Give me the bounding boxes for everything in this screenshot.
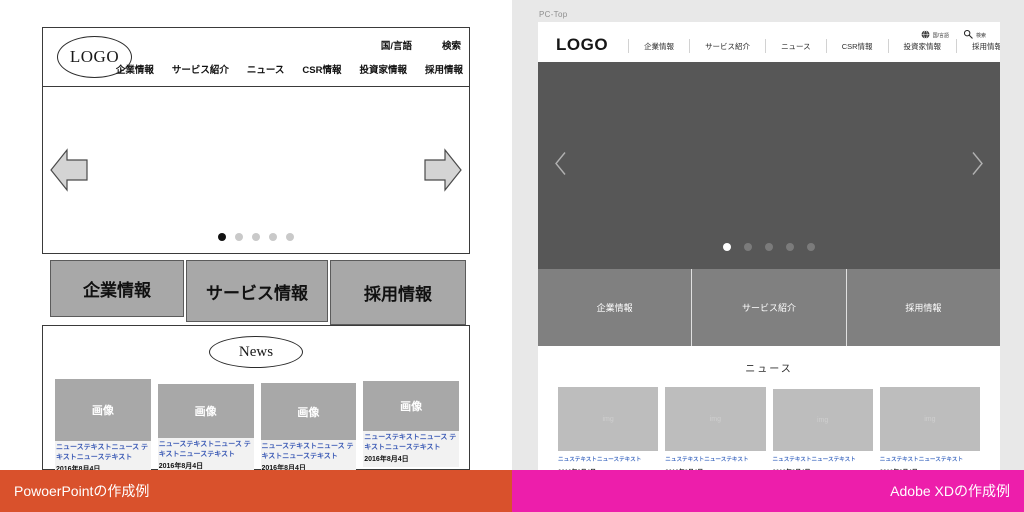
search-icon [963, 29, 973, 41]
xd-global-nav: 企業情報 サービス紹介 ニュース CSR情報 投資家情報 採用情報 [628, 39, 1000, 53]
ppt-carousel-dot-1[interactable] [218, 233, 226, 241]
xd-tile-corporate[interactable]: 企業情報 [538, 269, 693, 346]
xd-site-header: 国/言語 検索 LOGO 企業情報 サービス紹介 ニュース CSR情報 投資家情… [538, 22, 1000, 62]
ppt-carousel-next-button[interactable] [423, 146, 463, 194]
xd-logo[interactable]: LOGO [556, 36, 608, 53]
powerpoint-wireframe: LOGO 国/言語 検索 企業情報 サービス紹介 ニュース CSR情報 投資家情… [42, 27, 470, 478]
ppt-news-list: 画像 ニューステキストニュース テキストニューステキスト 2016年8月4日 画… [55, 379, 459, 478]
ppt-nav-item-service[interactable]: サービス紹介 [172, 62, 229, 76]
ppt-news-card-title[interactable]: ニューステキストニュース テキストニューステキスト [262, 442, 356, 462]
xd-utility-nav: 国/言語 検索 [921, 29, 986, 41]
xd-carousel-dot-5[interactable] [807, 243, 815, 251]
globe-icon [921, 29, 930, 41]
xd-news-list: img ニュステキストニューステキスト 2016年8月4日 ニュース, 投資家情… [538, 375, 1000, 470]
xd-news-thumbnail: img [665, 387, 766, 451]
chevron-right-icon [970, 151, 984, 180]
ppt-news-card-title[interactable]: ニューステキストニュース テキストニューステキスト [56, 443, 150, 463]
xd-news-thumbnail: img [772, 389, 873, 451]
xd-artboard: 国/言語 検索 LOGO 企業情報 サービス紹介 ニュース CSR情報 投資家情… [538, 22, 1000, 470]
ppt-tile-recruit[interactable]: 採用情報 [330, 260, 466, 325]
xd-news-thumbnail: img [879, 387, 980, 451]
xd-nav-item-recruit[interactable]: 採用情報 [957, 41, 1000, 52]
xd-news-card[interactable]: img ニュステキストニューステキスト 2016年8月4日 ニュース, 投資家情… [879, 387, 980, 470]
xd-carousel-next-button[interactable] [970, 150, 984, 181]
ppt-carousel-dot-2[interactable] [235, 233, 243, 241]
ppt-news-card[interactable]: 画像 ニューステキストニュース テキストニューステキスト 2016年8月4日 [157, 379, 254, 477]
ppt-tile-corporate[interactable]: 企業情報 [50, 260, 184, 317]
xd-nav-item-corporate[interactable]: 企業情報 [629, 41, 689, 52]
xd-search-label: 検索 [975, 32, 986, 39]
ppt-news-heading: News [209, 336, 303, 368]
xd-news-thumbnail: img [558, 387, 659, 451]
xd-carousel-dot-2[interactable] [744, 243, 752, 251]
ppt-news-thumbnail: 画像 [55, 379, 151, 441]
ppt-news-section: News 画像 ニューステキストニュース テキストニューステキスト 2016年8… [42, 325, 470, 478]
ppt-news-thumbnail: 画像 [363, 381, 459, 431]
xd-carousel-dots [538, 243, 1000, 251]
ppt-carousel-dot-4[interactable] [269, 233, 277, 241]
ppt-utility-nav: 国/言語 検索 [381, 38, 461, 52]
xd-news-card-title[interactable]: ニュステキストニューステキスト [558, 457, 658, 464]
xd-tile-recruit[interactable]: 採用情報 [846, 269, 1000, 346]
ppt-news-card-title[interactable]: ニューステキストニュース テキストニューステキスト [364, 433, 458, 453]
adobexd-caption-banner: Adobe XDの作成例 [512, 470, 1024, 512]
ppt-news-thumbnail: 画像 [157, 384, 254, 438]
xd-hero-carousel [538, 62, 1000, 269]
xd-news-card-title[interactable]: ニュステキストニューステキスト [773, 457, 873, 464]
xd-carousel-dot-4[interactable] [786, 243, 794, 251]
right-arrow-icon [423, 146, 463, 194]
xd-news-card-title[interactable]: ニュステキストニューステキスト [665, 457, 765, 464]
ppt-news-card-body: ニューステキストニュース テキストニューステキスト 2016年8月4日 [363, 431, 459, 468]
ppt-site-header: LOGO 国/言語 検索 企業情報 サービス紹介 ニュース CSR情報 投資家情… [42, 27, 470, 87]
xd-news-heading: ニュース [745, 364, 793, 375]
xd-search-link[interactable]: 検索 [963, 29, 986, 41]
ppt-carousel-dot-5[interactable] [286, 233, 294, 241]
xd-nav-item-news[interactable]: ニュース [766, 41, 826, 52]
ppt-language-link[interactable]: 国/言語 [381, 38, 412, 52]
xd-carousel-dot-1[interactable] [723, 243, 731, 251]
ppt-news-card[interactable]: 画像 ニューステキストニュース テキストニューステキスト 2016年8月4日 [55, 379, 151, 478]
xd-news-card-title[interactable]: ニュステキストニューステキスト [880, 457, 980, 464]
caption-banner-row: PowoerPointの作成例 Adobe XDの作成例 [0, 470, 1024, 512]
ppt-global-nav: 企業情報 サービス紹介 ニュース CSR情報 投資家情報 採用情報 [116, 62, 463, 76]
xd-news-card[interactable]: img ニュステキストニューステキスト 2016年8月4日 ニュース, CSR情… [665, 387, 766, 470]
adobexd-mockup-panel: PC-Top 国/言語 検索 LOGO 企業情報 サービス紹介 ニュース CSR… [512, 0, 1024, 470]
powerpoint-mockup-panel: LOGO 国/言語 検索 企業情報 サービス紹介 ニュース CSR情報 投資家情… [0, 0, 512, 478]
ppt-carousel-prev-button[interactable] [49, 146, 89, 194]
comparison-screenshot: LOGO 国/言語 検索 企業情報 サービス紹介 ニュース CSR情報 投資家情… [0, 0, 1024, 512]
xd-news-card[interactable]: img ニュステキストニューステキスト 2016年8月4日 ニュース, 投資家情… [558, 387, 659, 470]
ppt-news-card[interactable]: 画像 ニューステキストニュース テキストニューステキスト 2016年8月4日 [363, 379, 459, 477]
xd-carousel-prev-button[interactable] [554, 150, 568, 181]
ppt-news-card-body: ニューステキストニュース テキストニューステキスト 2016年8月4日 [157, 438, 254, 475]
xd-nav-item-service[interactable]: サービス紹介 [690, 41, 765, 52]
ppt-feature-tiles: 企業情報 サービス情報 採用情報 [50, 260, 470, 325]
ppt-news-card[interactable]: 画像 ニューステキストニュース テキストニューステキスト 2016年8月4日 [260, 379, 357, 477]
ppt-nav-item-corporate[interactable]: 企業情報 [116, 62, 154, 76]
powerpoint-caption-banner: PowoerPointの作成例 [0, 470, 512, 512]
ppt-nav-item-recruit[interactable]: 採用情報 [425, 62, 463, 76]
ppt-news-card-date: 2016年8月4日 [364, 456, 409, 464]
xd-nav-item-csr[interactable]: CSR情報 [827, 41, 888, 52]
ppt-news-card-title[interactable]: ニューステキストニュース テキストニューステキスト [159, 440, 253, 460]
ppt-nav-item-ir[interactable]: 投資家情報 [359, 62, 407, 76]
xd-language-link[interactable]: 国/言語 [921, 29, 949, 41]
artboard-label: PC-Top [539, 10, 568, 19]
xd-language-label: 国/言語 [932, 32, 949, 39]
xd-news-section: ニュース img ニュステキストニューステキスト 2016年8月4日 ニュース,… [538, 346, 1000, 470]
ppt-tile-service[interactable]: サービス情報 [186, 260, 328, 322]
ppt-carousel-dot-3[interactable] [252, 233, 260, 241]
xd-carousel-dot-3[interactable] [765, 243, 773, 251]
ppt-news-thumbnail: 画像 [260, 383, 357, 440]
xd-feature-tiles: 企業情報 サービス紹介 採用情報 [538, 269, 1000, 346]
ppt-carousel-dots [43, 233, 469, 241]
ppt-hero-carousel [42, 87, 470, 254]
ppt-nav-item-csr[interactable]: CSR情報 [302, 62, 341, 76]
xd-nav-item-ir[interactable]: 投資家情報 [889, 41, 957, 52]
left-arrow-icon [49, 146, 89, 194]
ppt-search-link[interactable]: 検索 [442, 38, 461, 52]
chevron-left-icon [554, 151, 568, 180]
xd-tile-service[interactable]: サービス紹介 [692, 269, 847, 346]
xd-news-card[interactable]: img ニュステキストニューステキスト 2016年8月4日 ニュース [772, 387, 873, 470]
ppt-nav-item-news[interactable]: ニュース [247, 62, 285, 76]
